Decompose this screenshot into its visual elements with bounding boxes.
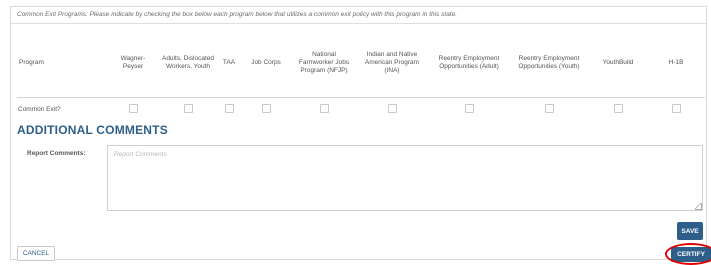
table-row: Common Exit? xyxy=(17,97,705,120)
column-header-program: Program xyxy=(19,59,44,66)
checkbox-wagner-peyser[interactable] xyxy=(128,103,138,113)
checkbox-adults-dw-youth[interactable] xyxy=(183,103,193,113)
column-header-taa: TAA xyxy=(222,59,236,66)
report-comments-textarea[interactable] xyxy=(107,145,703,211)
checkbox-taa[interactable] xyxy=(224,103,234,113)
column-header-h1b: H-1B xyxy=(668,59,684,66)
checkbox-job-corps[interactable] xyxy=(261,103,271,113)
column-header-reo-adult: Reentry Employment Opportunities (Adult) xyxy=(438,55,500,70)
checkbox-h1b[interactable] xyxy=(671,103,681,113)
additional-comments-heading: ADDITIONAL COMMENTS xyxy=(17,123,168,137)
save-button[interactable]: SAVE xyxy=(677,222,703,240)
common-exit-table: Program Wagner-Peyser Adults, Dislocated… xyxy=(17,29,705,120)
column-header-job-corps: Job Corps xyxy=(251,59,281,66)
table-header-row: Program Wagner-Peyser Adults, Dislocated… xyxy=(17,29,705,98)
checkbox-reo-youth[interactable] xyxy=(544,103,554,113)
certify-button[interactable]: CERTIFY xyxy=(671,247,711,262)
column-header-wagner-peyser: Wagner-Peyser xyxy=(120,55,146,70)
resize-handle-icon[interactable] xyxy=(695,203,702,210)
column-header-adults-dw-youth: Adults, Dislocated Workers, Youth xyxy=(161,55,215,70)
checkbox-reo-adult[interactable] xyxy=(464,103,474,113)
common-exit-panel: Common Exit Programs: Please indicate by… xyxy=(10,6,711,265)
column-header-nfjp: National Farmworker Jobs Program (NFJP) xyxy=(298,51,350,74)
column-header-ina: Indian and Native American Program (INA) xyxy=(364,51,420,74)
checkbox-youthbuild[interactable] xyxy=(613,103,623,113)
row-label-common-exit: Common Exit? xyxy=(17,97,109,120)
report-comments-label: Report Comments: xyxy=(27,150,86,157)
checkbox-nfjp[interactable] xyxy=(319,103,329,113)
column-header-reo-youth: Reentry Employment Opportunities (Youth) xyxy=(518,55,580,70)
checkbox-ina[interactable] xyxy=(387,103,397,113)
column-header-youthbuild: YouthBuild xyxy=(602,59,634,66)
cancel-button[interactable]: CANCEL xyxy=(17,246,55,261)
instructions-text: Common Exit Programs: Please indicate by… xyxy=(17,11,458,18)
divider xyxy=(11,23,706,24)
